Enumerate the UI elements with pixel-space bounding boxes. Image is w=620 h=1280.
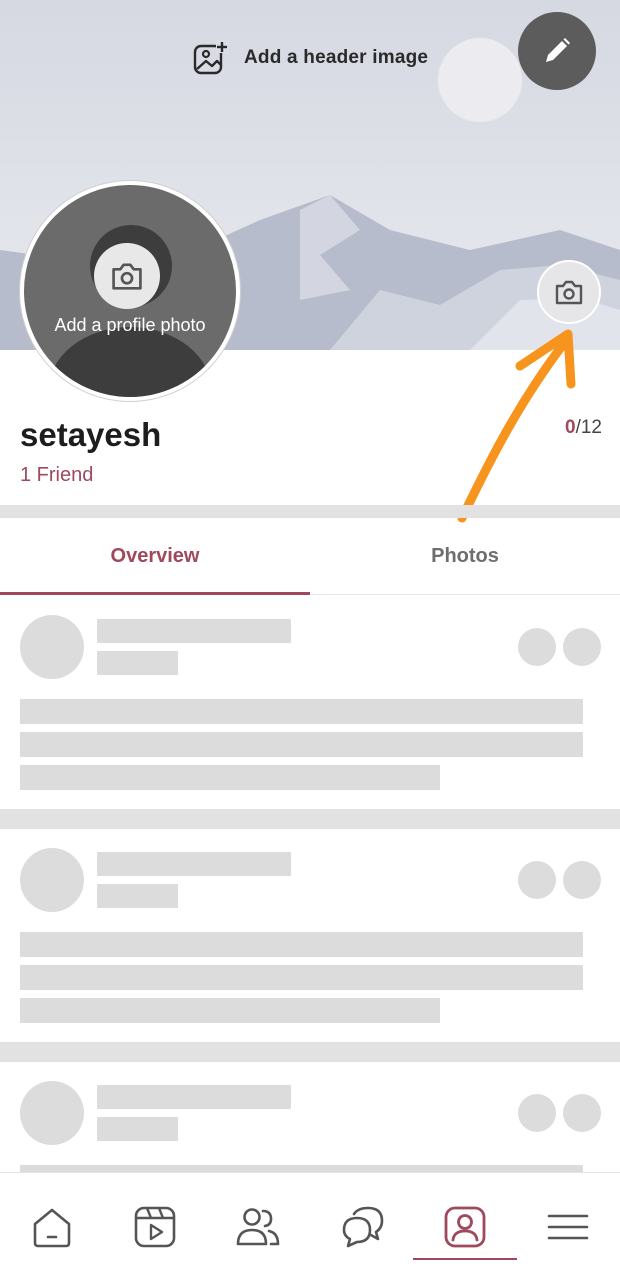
friends-count-link[interactable]: 1 Friend: [20, 464, 93, 487]
video-icon: [134, 1206, 176, 1247]
section-divider: [0, 505, 620, 518]
profile-photo[interactable]: Add a profile photo: [20, 181, 240, 401]
add-profile-photo-label: Add a profile photo: [54, 315, 206, 335]
tab-overview[interactable]: Overview: [0, 518, 310, 595]
skeleton-line: [20, 732, 583, 757]
skeleton-action: [563, 861, 601, 899]
profile-icon: [444, 1206, 486, 1247]
skeleton-avatar: [20, 848, 84, 912]
skeleton-action: [563, 1094, 601, 1132]
edit-button[interactable]: [518, 12, 596, 90]
profile-tabs: Overview Photos: [0, 518, 620, 595]
skeleton-line: [97, 1117, 178, 1141]
skeleton-action: [563, 628, 601, 666]
photo-counter: 0/12: [565, 417, 602, 439]
menu-icon: [547, 1214, 589, 1239]
camera-icon: [555, 280, 583, 305]
skeleton-line: [97, 1085, 291, 1109]
change-header-photo-button[interactable]: [537, 260, 601, 324]
skeleton-action: [518, 628, 556, 666]
skeleton-line: [20, 765, 440, 790]
photo-counter-current: 0: [565, 417, 576, 438]
skeleton-line: [97, 619, 291, 643]
nav-profile[interactable]: [413, 1173, 517, 1280]
skeleton-line: [20, 699, 583, 724]
image-add-icon: [193, 40, 229, 75]
tab-photos[interactable]: Photos: [310, 518, 620, 594]
post-skeleton: [0, 829, 620, 1042]
skeleton-line: [20, 965, 583, 990]
add-header-image-button[interactable]: Add a header image: [192, 38, 428, 78]
post-skeleton: [0, 1062, 620, 1172]
add-header-image-label: Add a header image: [244, 47, 429, 68]
avatar-silhouette-body: [48, 327, 212, 397]
skeleton-line: [97, 852, 291, 876]
home-icon: [33, 1208, 70, 1247]
photo-counter-total: /12: [575, 417, 602, 438]
skeleton-line: [97, 884, 178, 908]
skeleton-avatar: [20, 615, 84, 679]
post-skeleton: [0, 596, 620, 809]
add-profile-photo-button[interactable]: [94, 243, 160, 309]
nav-video[interactable]: [103, 1173, 206, 1280]
friends-icon: [237, 1207, 280, 1245]
chat-icon: [342, 1206, 383, 1247]
profile-name: setayesh: [20, 416, 162, 453]
post-divider: [0, 809, 620, 829]
skeleton-action: [518, 1094, 556, 1132]
skeleton-line: [20, 932, 583, 957]
skeleton-line: [20, 1165, 583, 1172]
nav-menu[interactable]: [517, 1173, 620, 1280]
nav-chat[interactable]: [310, 1173, 413, 1280]
skeleton-avatar: [20, 1081, 84, 1145]
pencil-icon: [546, 38, 570, 62]
skeleton-line: [20, 998, 440, 1023]
bottom-navigation: [0, 1172, 620, 1280]
skeleton-line: [97, 651, 178, 675]
nav-home[interactable]: [0, 1173, 103, 1280]
nav-friends[interactable]: [207, 1173, 310, 1280]
skeleton-action: [518, 861, 556, 899]
post-divider: [0, 1042, 620, 1062]
camera-icon: [112, 263, 142, 290]
profile-page: Add a header image Add a profile photo s…: [0, 0, 620, 1280]
